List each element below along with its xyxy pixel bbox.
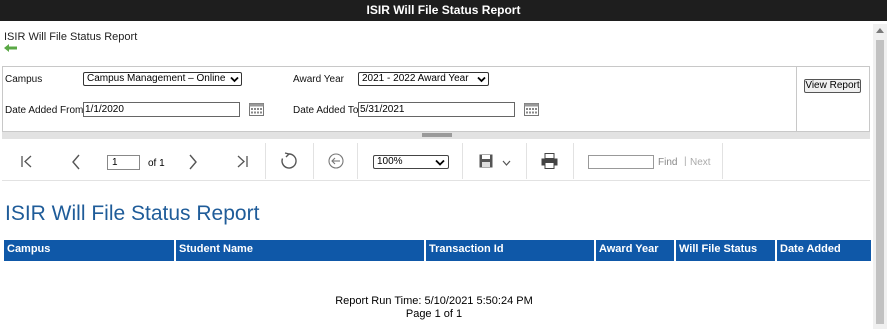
find-input[interactable] [588,155,654,169]
toolbar-separator [462,143,463,179]
chevron-down-icon [435,159,445,166]
print-icon[interactable] [541,153,558,169]
zoom-select-value: 100% [377,156,403,167]
params-divider [796,67,797,132]
first-page-icon[interactable] [20,155,34,168]
page-title: ISIR Will File Status Report [4,31,138,43]
date-to-label: Date Added To [293,105,359,116]
window-title: ISIR Will File Status Report [0,0,887,21]
column-header-campus: Campus [7,243,51,255]
toolbar-separator [265,143,266,179]
report-toolbar: 1 of 1 100% Find | Next [2,141,870,181]
toolbar-separator [357,143,358,179]
scroll-up-icon[interactable] [876,28,884,33]
parameters-splitter[interactable] [2,132,870,139]
next-page-icon[interactable] [187,154,199,170]
column-header-will-file-status: Will File Status [679,243,758,255]
find-separator: | [684,156,687,167]
toolbar-separator [313,143,314,179]
chevron-down-icon [230,76,239,83]
column-header-date-added: Date Added [780,243,841,255]
calendar-icon[interactable] [249,102,264,116]
report-run-time: Report Run Time: 5/10/2021 5:50:24 PM [335,295,533,307]
report-title: ISIR Will File Status Report [5,202,260,225]
award-year-select-value: 2021 - 2022 Award Year [362,73,469,84]
column-header-transaction-id: Transaction Id [429,243,504,255]
award-year-label: Award Year [293,74,344,85]
scroll-thumb[interactable] [876,40,884,324]
date-to-input[interactable]: 5/31/2021 [358,102,515,117]
date-from-input[interactable]: 1/1/2020 [83,102,240,117]
toolbar-separator [573,143,574,179]
column-header-award-year: Award Year [599,243,659,255]
page-number-input[interactable]: 1 [107,155,140,170]
toolbar-separator [526,143,527,179]
refresh-icon[interactable] [280,152,298,170]
campus-label: Campus [5,74,43,85]
award-year-select[interactable]: 2021 - 2022 Award Year [358,72,489,86]
back-arrow-icon[interactable] [4,44,18,52]
zoom-select[interactable]: 100% [373,155,449,169]
report-page-info: Page 1 of 1 [405,308,463,320]
previous-page-icon[interactable] [70,154,82,170]
chevron-down-icon[interactable] [502,160,511,166]
table-header: Campus Student Name Transaction Id Award… [4,240,871,261]
view-report-button[interactable]: View Report [804,79,861,93]
calendar-icon[interactable] [524,102,539,116]
chevron-down-icon [477,76,486,83]
toolbar-separator [722,143,723,179]
last-page-icon[interactable] [235,155,249,168]
campus-select[interactable]: Campus Management – Online [83,72,242,86]
page-count-label: of 1 [148,158,165,169]
parameters-panel: Campus Campus Management – Online Award … [2,66,870,132]
splitter-grip[interactable] [422,133,452,137]
save-icon[interactable] [479,154,493,168]
column-header-student-name: Student Name [179,243,253,255]
date-from-label: Date Added From [5,105,84,116]
find-link[interactable]: Find [658,157,677,168]
find-next-link[interactable]: Next [690,157,711,168]
campus-select-value: Campus Management – Online [87,73,226,84]
back-to-parent-icon[interactable] [328,153,344,169]
